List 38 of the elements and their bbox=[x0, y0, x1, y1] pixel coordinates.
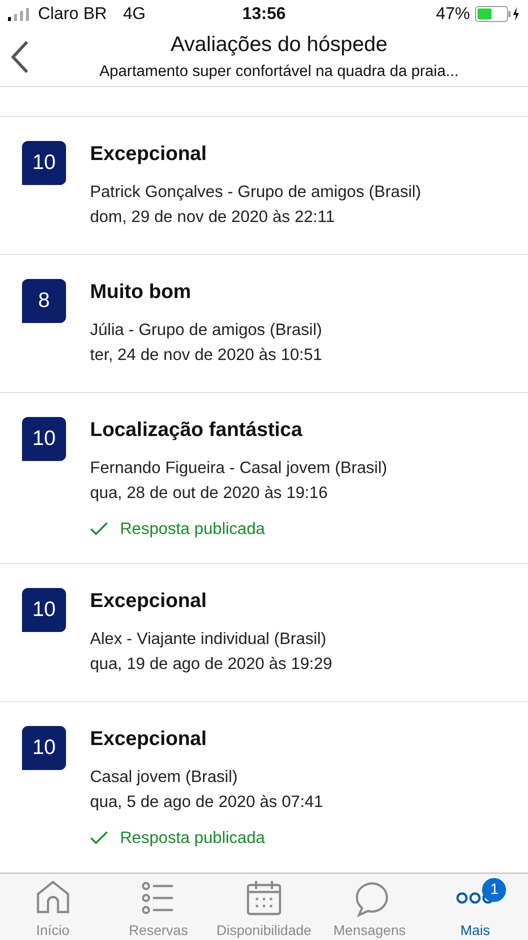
back-icon bbox=[10, 40, 30, 74]
review-row[interactable]: 10 Excepcional Alex - Viajante individual (Brasil) qua, 19 de ago de 2020 às 19:29 bbox=[0, 562, 528, 700]
battery-icon bbox=[475, 6, 520, 22]
battery-percent: 47% bbox=[436, 4, 470, 24]
carrier-name: Claro BR bbox=[38, 4, 107, 24]
signal-icon bbox=[8, 8, 32, 21]
score-badge: 8 bbox=[22, 278, 66, 322]
review-row[interactable]: 8 Muito bom Júlia - Grupo de amigos (Brasil) ter, 24 de nov de 2020 às 10:51 bbox=[0, 254, 528, 392]
score-badge: 10 bbox=[22, 416, 66, 460]
guest-info: Casal jovem (Brasil) bbox=[90, 766, 239, 788]
score-badge: 10 bbox=[22, 726, 66, 770]
review-title: Localização fantástica bbox=[90, 418, 304, 442]
property-name: Apartamento super confortável na quadra da praia... bbox=[99, 63, 459, 81]
review-title: Excepcional bbox=[90, 728, 208, 750]
guest-info: Patrick Gonçalves - Grupo de amigos (Brasil) bbox=[90, 182, 422, 202]
page-title: Avaliações do hóspede bbox=[170, 33, 388, 57]
review-row[interactable]: 10 Excepcional Patrick Gonçalves - Grupo de amigos (Brasil) dom, 29 de nov de 2020 às 22:11 bbox=[0, 116, 528, 254]
score-badge: 10 bbox=[22, 588, 66, 632]
review-date: ter, 24 de nov de 2020 às 10:51 bbox=[90, 344, 322, 366]
network-type: 4G bbox=[122, 4, 146, 24]
review-date: qua, 28 de out de 2020 às 19:16 bbox=[90, 482, 329, 504]
reply-status: Resposta publicada bbox=[120, 828, 265, 848]
guest-info: Fernando Figueira - Casal jovem (Brasil) bbox=[90, 458, 388, 478]
reply-status: Resposta publicada bbox=[120, 520, 265, 538]
review-date: qua, 19 de ago de 2020 às 19:29 bbox=[90, 654, 332, 674]
clock-time: 13:56 bbox=[242, 4, 286, 24]
review-title: Muito bom bbox=[90, 280, 192, 304]
review-date: dom, 29 de nov de 2020 às 22:11 bbox=[90, 206, 336, 228]
guest-info: Júlia - Grupo de amigos (Brasil) bbox=[90, 320, 322, 340]
review-row[interactable]: 10 Localização fantástica Fernando Figueira - Casal jovem (Brasil) qua, 28 de out de 2020 às 19:16 Resposta publicada bbox=[0, 392, 528, 562]
review-title: Excepcional bbox=[90, 142, 208, 166]
score-badge: 10 bbox=[22, 140, 66, 184]
review-date: qua, 5 de ago de 2020 às 07:41 bbox=[90, 792, 324, 812]
review-row[interactable]: 10 Excepcional Casal jovem (Brasil) qua, 5 de ago de 2020 às 07:41 Resposta publicada bbox=[0, 700, 528, 872]
tab-item[interactable]: Mais 1 bbox=[422, 874, 528, 940]
notification-badge: 1 bbox=[482, 878, 506, 902]
guest-info: Alex - Viajante individual (Brasil) bbox=[90, 628, 328, 650]
review-title: Excepcional bbox=[90, 590, 208, 612]
